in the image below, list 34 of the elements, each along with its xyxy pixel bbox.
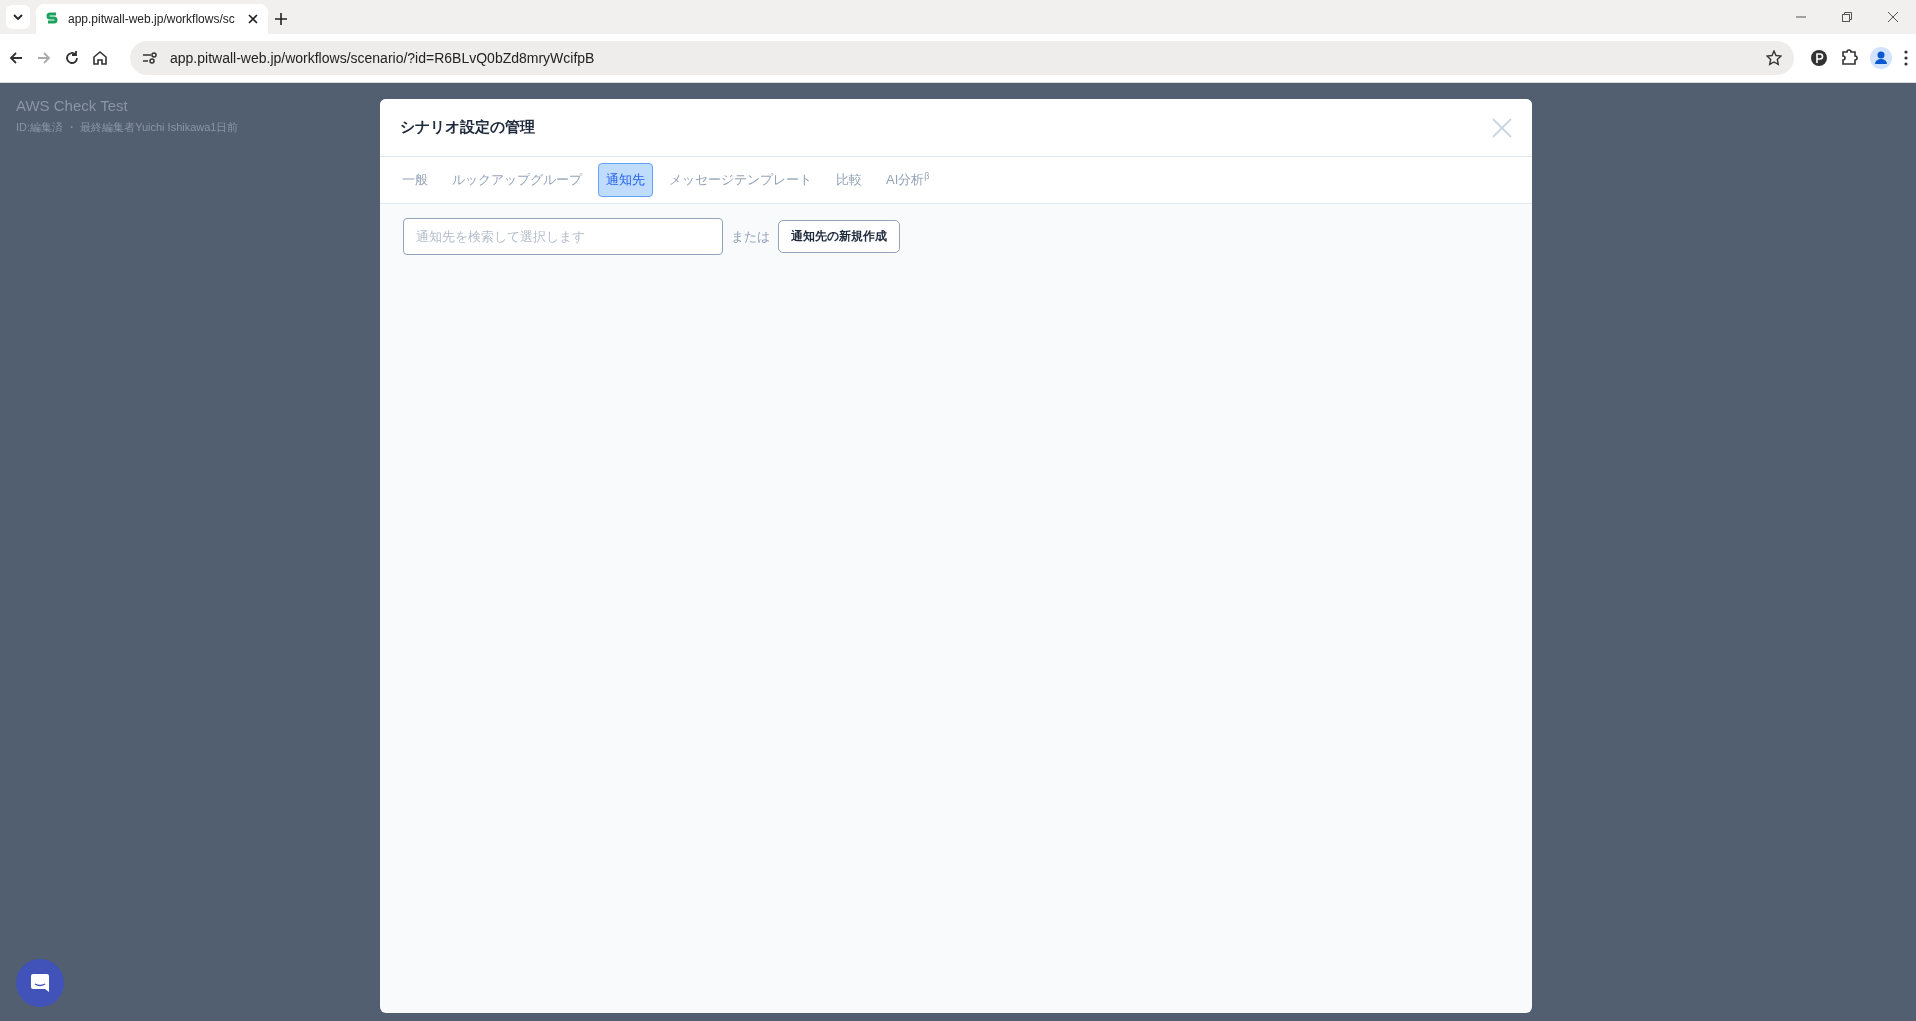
new-tab-button[interactable] xyxy=(274,12,288,26)
settings-tab[interactable]: AI分析$^{β}$ xyxy=(878,162,938,198)
minimize-icon xyxy=(1796,16,1806,18)
chevron-down-icon xyxy=(12,11,24,23)
reload-button[interactable] xyxy=(64,50,80,66)
address-bar[interactable]: app.pitwall-web.jp/workflows/scenario/?id=R6BLvQ0bZd8mryWcifpB xyxy=(130,41,1794,75)
bookmark-star-icon[interactable] xyxy=(1766,50,1782,66)
page-title: AWS Check Test xyxy=(16,97,128,114)
chat-bubble-icon xyxy=(29,972,51,994)
profile-avatar-icon[interactable] xyxy=(1870,47,1892,69)
tab-title: app.pitwall-web.jp/workflows/sc xyxy=(68,12,236,26)
site-settings-icon xyxy=(142,51,158,65)
settings-tab[interactable]: ルックアップグループ xyxy=(444,163,590,197)
create-button[interactable]: 通知先の新規作成 xyxy=(778,220,900,253)
tab-list-button[interactable] xyxy=(6,5,30,29)
close-icon xyxy=(1888,12,1898,22)
close-tab-button[interactable] xyxy=(248,14,258,24)
settings-tab[interactable]: メッセージテンプレート xyxy=(661,163,820,197)
restore-icon xyxy=(1842,12,1852,22)
extensions-puzzle-icon[interactable] xyxy=(1840,49,1858,67)
or-text: または xyxy=(731,227,770,246)
settings-tab[interactable]: 比較 xyxy=(828,163,870,197)
settings-tab[interactable]: 通知先 xyxy=(598,163,653,197)
dialog-title: シナリオ設定の管理 xyxy=(400,118,536,137)
url-text: app.pitwall-web.jp/workflows/scenario/?id=R6BLvQ0bZd8mryWcifpB xyxy=(170,50,596,66)
menu-icon[interactable] xyxy=(1904,50,1908,66)
extension-icon[interactable] xyxy=(1810,49,1828,67)
settings-tab[interactable]: 一般 xyxy=(394,163,436,197)
chat-button[interactable] xyxy=(16,959,64,1007)
home-button[interactable] xyxy=(92,50,108,66)
browser-tab[interactable]: app.pitwall-web.jp/workflows/sc xyxy=(36,4,268,34)
site-logo-icon xyxy=(46,12,58,26)
back-button[interactable] xyxy=(8,50,24,66)
search-field[interactable]: 通知先を検索して選択します xyxy=(403,218,723,255)
